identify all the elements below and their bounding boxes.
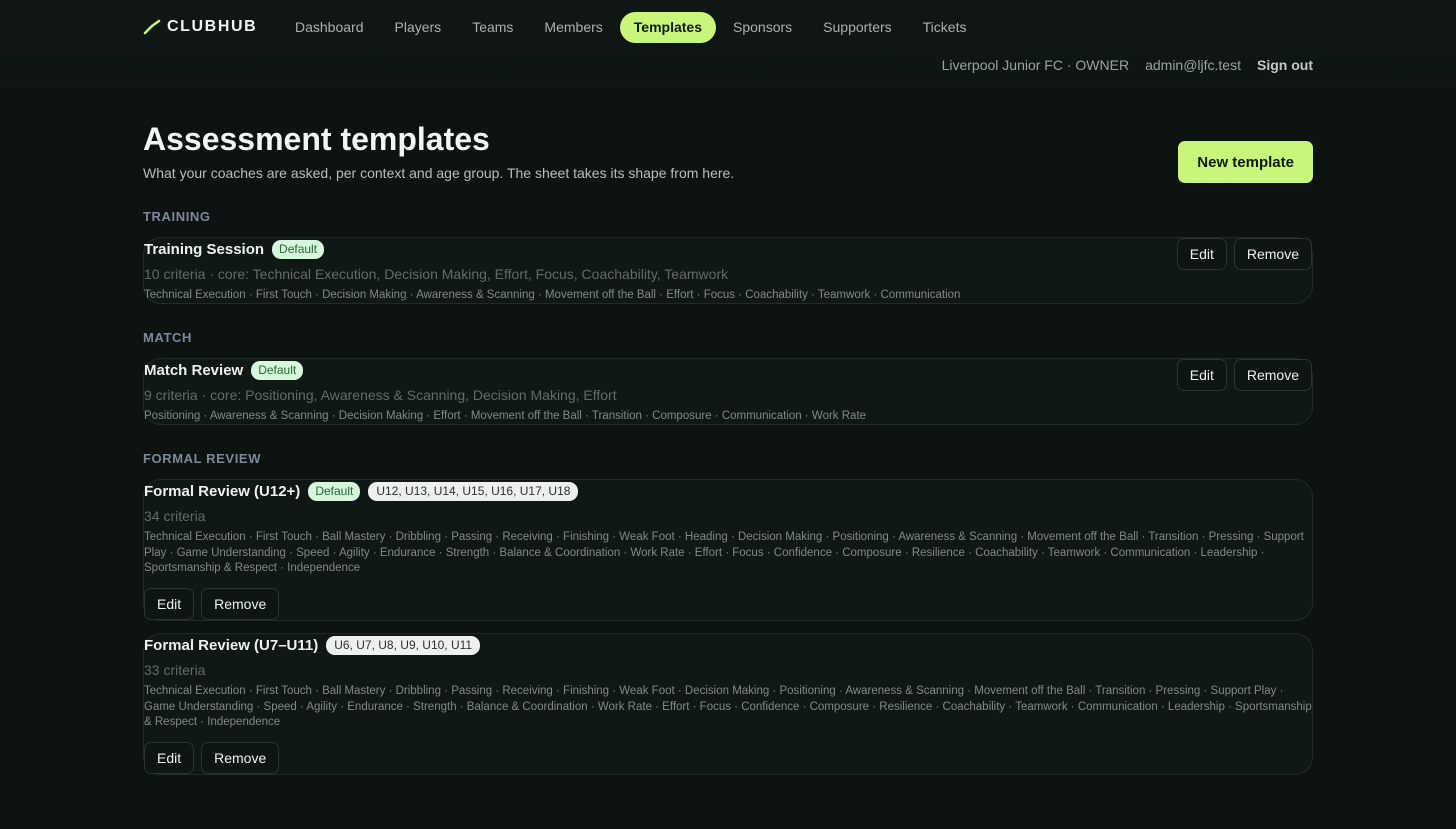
nav-sponsors[interactable]: Sponsors bbox=[719, 12, 806, 43]
edit-button[interactable]: Edit bbox=[1176, 238, 1227, 270]
template-title: Training Session bbox=[144, 241, 265, 258]
template-meta: 33 criteria bbox=[144, 662, 206, 678]
card-title-row: Formal Review (U7–U11) U6, U7, U8, U9, U… bbox=[144, 636, 481, 655]
card-actions: Edit Remove bbox=[144, 742, 280, 774]
template-criteria: Technical Execution · First Touch · Deci… bbox=[144, 289, 961, 301]
section-heading-match: MATCH bbox=[143, 330, 192, 345]
default-badge: Default bbox=[251, 361, 304, 380]
card-actions: Edit Remove bbox=[1176, 238, 1312, 270]
template-criteria: Positioning · Awareness & Scanning · Dec… bbox=[144, 410, 867, 422]
template-card-match-review: Match Review Default 9 criteria · core: … bbox=[143, 358, 1313, 425]
remove-button[interactable]: Remove bbox=[1233, 359, 1312, 391]
default-badge: Default bbox=[272, 240, 325, 259]
nav-dashboard[interactable]: Dashboard bbox=[281, 12, 378, 43]
section-heading-formal-review: FORMAL REVIEW bbox=[143, 451, 262, 466]
template-meta: 34 criteria bbox=[144, 508, 206, 524]
card-title-row: Match Review Default bbox=[144, 361, 304, 380]
template-meta: 10 criteria · core: Technical Execution,… bbox=[144, 266, 729, 282]
nav-supporters[interactable]: Supporters bbox=[809, 12, 905, 43]
age-groups-badge: U12, U13, U14, U15, U16, U17, U18 bbox=[368, 482, 579, 501]
template-card-training-session: Training Session Default 10 criteria · c… bbox=[143, 237, 1313, 304]
section-heading-training: TRAINING bbox=[143, 209, 211, 224]
remove-button[interactable]: Remove bbox=[201, 588, 280, 620]
nav-tickets[interactable]: Tickets bbox=[909, 12, 981, 43]
page-subtitle: What your coaches are asked, per context… bbox=[143, 165, 735, 181]
edit-button[interactable]: Edit bbox=[144, 742, 195, 774]
nav-players[interactable]: Players bbox=[381, 12, 456, 43]
brand[interactable]: CLUBHUB bbox=[143, 18, 257, 36]
template-criteria: Technical Execution · First Touch · Ball… bbox=[144, 531, 1304, 574]
user-info: Liverpool Junior FC · OWNER admin@ljfc.t… bbox=[942, 57, 1313, 73]
card-actions: Edit Remove bbox=[144, 588, 280, 620]
top-bar: CLUBHUB Dashboard Players Teams Members … bbox=[0, 0, 1456, 86]
remove-button[interactable]: Remove bbox=[1233, 238, 1312, 270]
edit-button[interactable]: Edit bbox=[144, 588, 195, 620]
template-card-formal-review-u12: Formal Review (U12+) Default U12, U13, U… bbox=[143, 479, 1313, 621]
new-template-button[interactable]: New template bbox=[1178, 141, 1313, 183]
club-role: Liverpool Junior FC · OWNER bbox=[941, 57, 1130, 73]
default-badge: Default bbox=[308, 482, 361, 501]
age-groups-badge: U6, U7, U8, U9, U10, U11 bbox=[326, 636, 481, 655]
brand-name: CLUBHUB bbox=[167, 18, 258, 35]
nav-templates[interactable]: Templates bbox=[619, 12, 716, 43]
user-email: admin@ljfc.test bbox=[1145, 57, 1241, 73]
main-nav: Dashboard Players Teams Members Template… bbox=[281, 12, 980, 43]
template-card-formal-review-u7-u11: Formal Review (U7–U11) U6, U7, U8, U9, U… bbox=[143, 633, 1313, 775]
template-title: Formal Review (U7–U11) bbox=[144, 637, 319, 654]
remove-button[interactable]: Remove bbox=[201, 742, 280, 774]
card-title-row: Formal Review (U12+) Default U12, U13, U… bbox=[144, 482, 579, 501]
page-title: Assessment templates bbox=[143, 121, 490, 157]
card-title-row: Training Session Default bbox=[144, 240, 325, 259]
card-actions: Edit Remove bbox=[1176, 359, 1312, 391]
template-meta: 9 criteria · core: Positioning, Awarenes… bbox=[144, 387, 617, 403]
nav-teams[interactable]: Teams bbox=[458, 12, 527, 43]
nav-members[interactable]: Members bbox=[530, 12, 616, 43]
template-criteria: Technical Execution · First Touch · Ball… bbox=[144, 685, 1312, 728]
sign-out-link[interactable]: Sign out bbox=[1257, 57, 1313, 73]
template-title: Match Review bbox=[144, 362, 244, 379]
template-title: Formal Review (U12+) bbox=[144, 483, 301, 500]
edit-button[interactable]: Edit bbox=[1176, 359, 1227, 391]
logo-icon bbox=[143, 19, 161, 35]
